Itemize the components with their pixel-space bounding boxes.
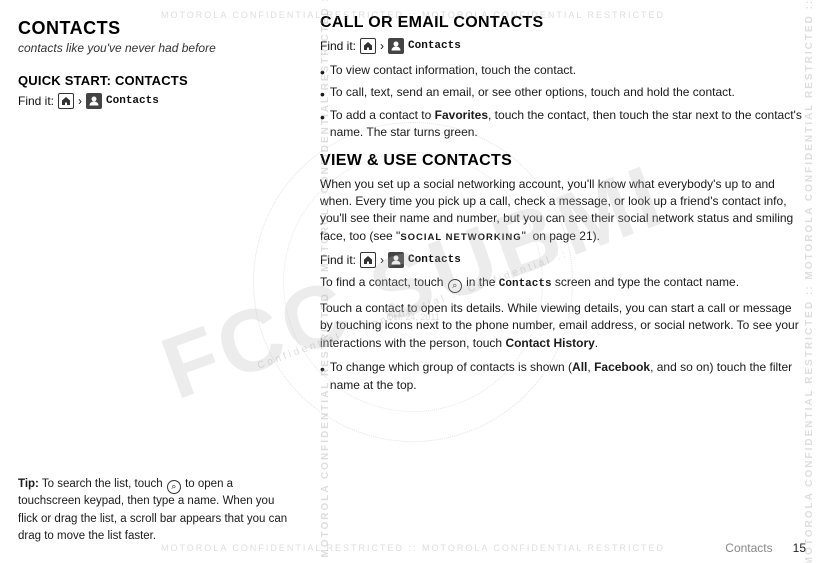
bullet-dot: • <box>320 110 325 124</box>
footer-contacts-label: Contacts <box>725 541 772 555</box>
bullet-text-last: To change which group of contacts is sho… <box>330 359 806 394</box>
bullet-item: • To view contact information, touch the… <box>320 62 806 79</box>
social-networking-ref: SOCIAL NETWORKING <box>400 232 521 243</box>
call-email-title: CALL OR EMAIL CONTACTS <box>320 14 806 32</box>
view-use-body3: Touch a contact to open its details. Whi… <box>320 300 806 352</box>
arrow-r2: › <box>380 253 384 267</box>
view-use-title: VIEW & USE CONTACTS <box>320 152 806 170</box>
bullet-dot: • <box>320 65 325 79</box>
page-title: CONTACTS <box>18 18 292 39</box>
call-email-section: CALL OR EMAIL CONTACTS Find it: › Contac… <box>320 14 806 142</box>
left-image-area <box>18 117 258 397</box>
contacts-icon-r1[interactable] <box>388 38 404 54</box>
footer-page-number: 15 <box>793 541 806 555</box>
contacts-text-r2: Contacts <box>408 254 461 266</box>
find-it-line-right2: Find it: › Contacts <box>320 252 806 268</box>
view-use-bullets: • To change which group of contacts is s… <box>320 359 806 394</box>
bullet-item: • To add a contact to Favorites, touch t… <box>320 107 806 142</box>
page-subtitle: contacts like you've never had before <box>18 41 292 55</box>
contact-history-bold: Contact History <box>505 336 594 350</box>
contacts-icon-left[interactable] <box>86 93 102 109</box>
view-use-section: VIEW & USE CONTACTS When you set up a so… <box>320 152 806 394</box>
tip-label: Tip: <box>18 478 39 490</box>
bullet-dot: • <box>320 87 325 101</box>
find-it-label-r2: Find it: <box>320 253 356 267</box>
contacts-text-left: Contacts <box>106 95 159 107</box>
bullet-text-3: To add a contact to Favorites, touch the… <box>330 107 806 142</box>
page-footer: Contacts 15 <box>725 541 806 555</box>
search-icon-inline[interactable]: ⌕ <box>448 279 462 293</box>
bullet-item-last: • To change which group of contacts is s… <box>320 359 806 394</box>
arrow-r1: › <box>380 39 384 53</box>
tip-text: Tip: To search the list, touch ⌕ to open… <box>18 476 292 545</box>
find-it-label-left: Find it: <box>18 94 54 108</box>
quick-start-title: QUICK START: CONTACTS <box>18 73 292 88</box>
home-icon-box[interactable] <box>58 93 74 109</box>
search-icon-tip[interactable]: ⌕ <box>167 480 181 494</box>
bullet-text-1: To view contact information, touch the c… <box>330 62 576 79</box>
view-use-body1: When you set up a social networking acco… <box>320 176 806 246</box>
tip-body: To search the list, touch <box>42 478 166 490</box>
tip-box: Tip: To search the list, touch ⌕ to open… <box>18 476 292 545</box>
bullet-item: • To call, text, send an email, or see o… <box>320 84 806 101</box>
home-icon-box-r2[interactable] <box>360 252 376 268</box>
contacts-text-r1: Contacts <box>408 40 461 52</box>
view-use-body2: To find a contact, touch ⌕ in the Contac… <box>320 274 806 293</box>
arrow-separator: › <box>78 94 82 108</box>
facebook-bold: Facebook <box>594 360 650 374</box>
right-column: CALL OR EMAIL CONTACTS Find it: › Contac… <box>310 0 826 563</box>
contacts-icon-r2[interactable] <box>388 252 404 268</box>
find-it-line-right1: Find it: › Contacts <box>320 38 806 54</box>
left-column: CONTACTS contacts like you've never had … <box>0 0 310 563</box>
page-container: MOTOROLA CONFIDENTIAL RESTRICTED :: MOTO… <box>0 0 826 563</box>
all-bold: All <box>572 360 587 374</box>
favorites-bold: Favorites <box>435 108 488 122</box>
bullet-text-2: To call, text, send an email, or see oth… <box>330 84 735 101</box>
contacts-mono: Contacts <box>499 278 552 290</box>
bullet-dot-last: • <box>320 362 325 376</box>
home-icon-box-r1[interactable] <box>360 38 376 54</box>
find-it-label-r1: Find it: <box>320 39 356 53</box>
find-it-line-left: Find it: › Contacts <box>18 93 292 109</box>
call-email-bullets: • To view contact information, touch the… <box>320 62 806 142</box>
